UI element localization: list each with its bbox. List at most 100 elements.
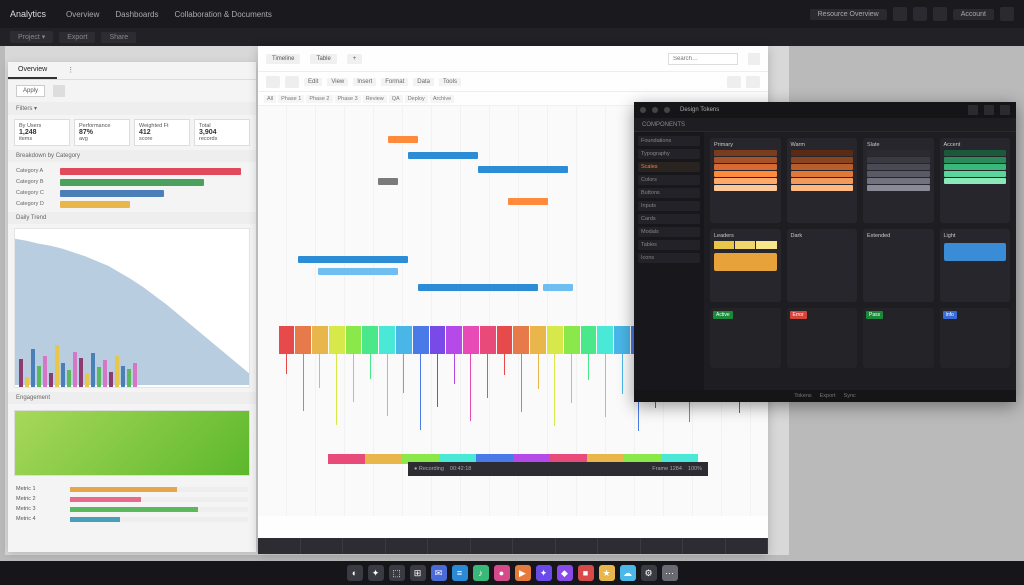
pd-foot-sync[interactable]: Sync	[844, 393, 856, 399]
card-accent[interactable]: Accent	[940, 138, 1011, 223]
footer-cell[interactable]	[556, 538, 599, 554]
gantt-bar[interactable]	[418, 284, 538, 291]
card-users[interactable]: By Users1,248items	[14, 119, 70, 146]
gantt-bar[interactable]	[378, 178, 398, 185]
category-chip[interactable]: Phase 3	[335, 95, 361, 103]
taskbar-app-icon[interactable]: ✦	[368, 565, 384, 581]
expand-icon[interactable]	[748, 53, 760, 65]
gantt-bar[interactable]	[318, 268, 398, 275]
taskbar-app-icon[interactable]: ⚙	[641, 565, 657, 581]
dark-min-icon[interactable]	[968, 105, 978, 115]
card-dark[interactable]: Dark	[787, 229, 858, 303]
taskbar-app-icon[interactable]: ■	[578, 565, 594, 581]
gantt-bar[interactable]	[543, 284, 573, 291]
sidebar-item[interactable]: Modals	[638, 227, 700, 237]
sub-tab-project[interactable]: Project ▾	[10, 31, 53, 43]
footer-cell[interactable]	[428, 538, 471, 554]
sidebar-item[interactable]: Cards	[638, 214, 700, 224]
undo-icon[interactable]	[266, 76, 280, 88]
account-pill[interactable]: Account	[953, 9, 994, 20]
tab-overview[interactable]: Overview	[8, 62, 57, 79]
center-tab-table[interactable]: Table	[310, 54, 336, 64]
pd-tab-1[interactable]: COMPONENTS	[642, 122, 685, 128]
dark-max-icon[interactable]	[984, 105, 994, 115]
tb-insert[interactable]: Insert	[353, 78, 376, 86]
taskbar-app-icon[interactable]: ♪	[473, 565, 489, 581]
footer-cell[interactable]	[258, 538, 301, 554]
category-chip[interactable]: Phase 1	[278, 95, 304, 103]
gantt-bar[interactable]	[408, 152, 478, 159]
taskbar-app-icon[interactable]: ★	[599, 565, 615, 581]
footer-cell[interactable]	[386, 538, 429, 554]
avatar-icon[interactable]	[1000, 7, 1014, 21]
taskbar-app-icon[interactable]: ▶	[515, 565, 531, 581]
pd-foot-tokens[interactable]: Tokens	[794, 393, 811, 399]
token-cell[interactable]: Pass	[863, 308, 934, 368]
sidebar-item[interactable]: Typography	[638, 149, 700, 159]
category-chip[interactable]: QA	[389, 95, 403, 103]
card-leaders[interactable]: Leaders	[710, 229, 781, 303]
filter-icon[interactable]	[53, 85, 65, 97]
zoom-icon[interactable]	[727, 76, 741, 88]
tb-format[interactable]: Format	[381, 78, 408, 86]
tb-tools[interactable]: Tools	[439, 78, 461, 86]
section-filters[interactable]: Filters ▾	[8, 102, 256, 115]
footer-cell[interactable]	[726, 538, 769, 554]
category-chip[interactable]: Review	[363, 95, 387, 103]
footer-cell[interactable]	[598, 538, 641, 554]
sidebar-item[interactable]: Colors	[638, 175, 700, 185]
gantt-bar[interactable]	[388, 136, 418, 143]
card-extended[interactable]: Extended	[863, 229, 934, 303]
taskbar-app-icon[interactable]: ⬚	[389, 565, 405, 581]
footer-cell[interactable]	[471, 538, 514, 554]
redo-icon[interactable]	[285, 76, 299, 88]
notification-icon[interactable]	[893, 7, 907, 21]
card-total[interactable]: Total3,904records	[194, 119, 250, 146]
taskbar-app-icon[interactable]: ⊞	[410, 565, 426, 581]
token-cell[interactable]: Active	[710, 308, 781, 368]
gantt-bar[interactable]	[298, 256, 408, 263]
card-performance[interactable]: Performance87%avg	[74, 119, 130, 146]
menu-collab[interactable]: Collaboration & Documents	[175, 10, 272, 19]
center-tab-timeline[interactable]: Timeline	[266, 54, 300, 64]
gantt-bar[interactable]	[478, 166, 568, 173]
taskbar-app-icon[interactable]: ◆	[557, 565, 573, 581]
sidebar-item[interactable]: Scales	[638, 162, 700, 172]
category-chip[interactable]: Phase 2	[306, 95, 332, 103]
taskbar-app-icon[interactable]: ◐	[347, 565, 363, 581]
taskbar-app-icon[interactable]: ≡	[452, 565, 468, 581]
window-dot-3[interactable]	[664, 107, 670, 113]
card-slate[interactable]: Slate	[863, 138, 934, 223]
category-chip[interactable]: Deploy	[405, 95, 428, 103]
pd-foot-export[interactable]: Export	[820, 393, 836, 399]
help-icon[interactable]	[913, 7, 927, 21]
dropdown-apply[interactable]: Apply	[16, 85, 45, 97]
sidebar-item[interactable]: Buttons	[638, 188, 700, 198]
window-dot-1[interactable]	[640, 107, 646, 113]
footer-cell[interactable]	[301, 538, 344, 554]
category-chip[interactable]: All	[264, 95, 276, 103]
card-warm[interactable]: Warm	[787, 138, 858, 223]
sidebar-item[interactable]: Icons	[638, 253, 700, 263]
sidebar-item[interactable]: Foundations	[638, 136, 700, 146]
card-weighted[interactable]: Weighted Ft412score	[134, 119, 190, 146]
footer-cell[interactable]	[513, 538, 556, 554]
center-tab-add[interactable]: +	[347, 54, 363, 64]
search-input[interactable]	[668, 53, 738, 65]
grid-icon[interactable]	[746, 76, 760, 88]
taskbar-app-icon[interactable]: ✉	[431, 565, 447, 581]
dark-close-icon[interactable]	[1000, 105, 1010, 115]
resource-pill[interactable]: Resource Overview	[810, 9, 887, 20]
token-cell[interactable]: Error	[787, 308, 858, 368]
sub-tab-export[interactable]: Export	[59, 32, 95, 43]
menu-dashboards[interactable]: Dashboards	[115, 10, 158, 19]
footer-cell[interactable]	[343, 538, 386, 554]
token-cell[interactable]: Info	[940, 308, 1011, 368]
taskbar-app-icon[interactable]: ✦	[536, 565, 552, 581]
tb-view[interactable]: View	[327, 78, 348, 86]
footer-cell[interactable]	[683, 538, 726, 554]
taskbar-app-icon[interactable]: ⋯	[662, 565, 678, 581]
tab-more-icon[interactable]: ⋮	[57, 62, 84, 79]
sidebar-item[interactable]: Inputs	[638, 201, 700, 211]
tb-data[interactable]: Data	[413, 78, 434, 86]
